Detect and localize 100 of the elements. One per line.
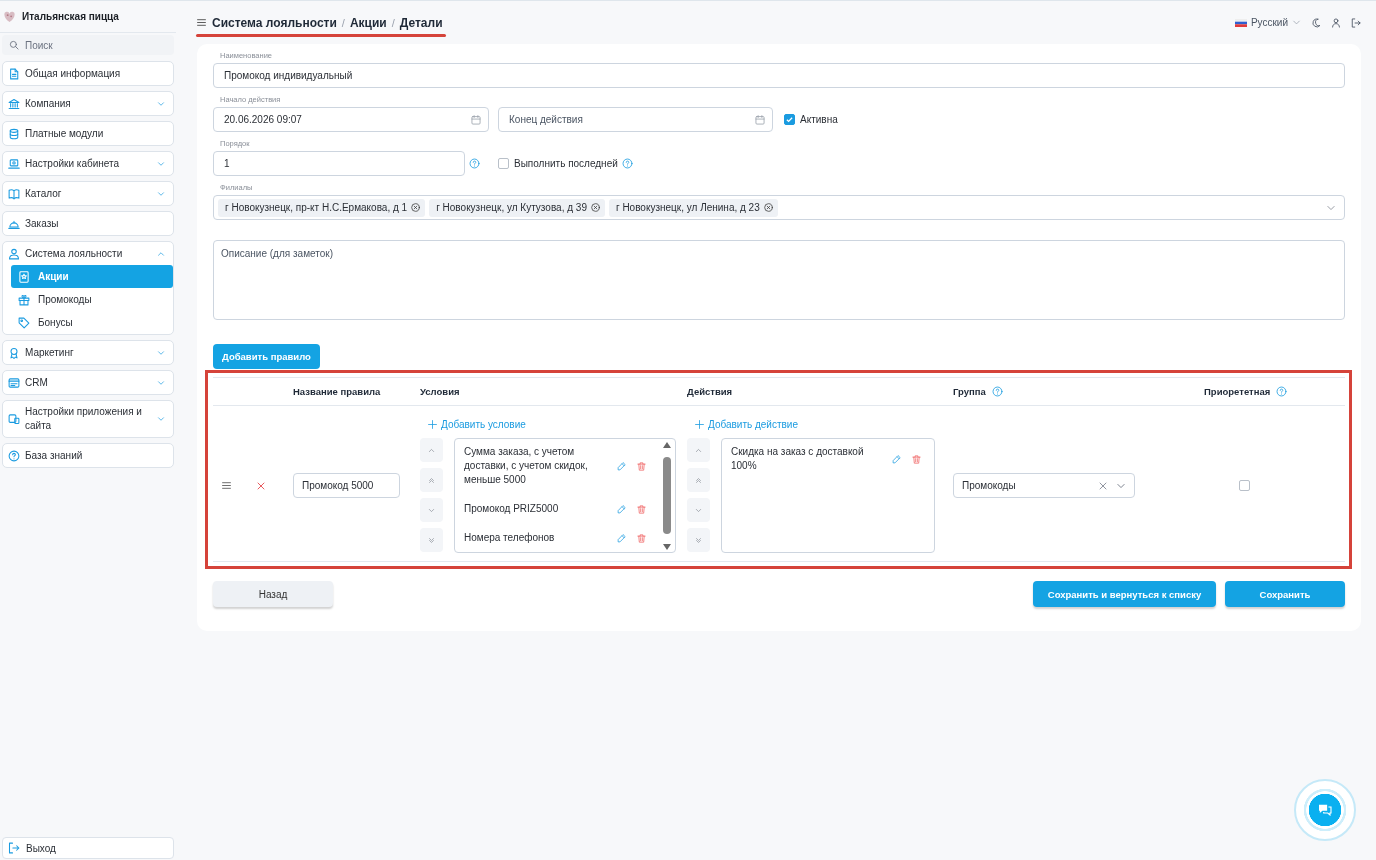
book-icon <box>8 187 20 200</box>
move-last-button[interactable] <box>687 528 710 552</box>
logout-icon <box>8 842 20 854</box>
chevron-up-icon <box>428 446 435 454</box>
checkbox[interactable] <box>784 114 795 125</box>
chat-icon <box>1318 804 1332 816</box>
column-header: Условия <box>420 386 460 397</box>
help-icon[interactable] <box>621 158 633 169</box>
trash-icon[interactable] <box>912 454 921 464</box>
end-date-field[interactable]: Конец действия <box>498 107 773 132</box>
move-down-button[interactable] <box>687 498 710 522</box>
remove-icon[interactable] <box>590 203 600 212</box>
breadcrumb-separator: / <box>391 16 395 29</box>
order-input[interactable]: 1 <box>213 151 465 176</box>
double-chevron-down-icon <box>428 536 435 544</box>
chevron-down-icon <box>695 506 702 514</box>
chevron-down-icon[interactable] <box>157 189 165 198</box>
description-field[interactable]: Описание (для заметок) <box>213 240 1345 320</box>
trash-icon[interactable] <box>637 533 646 543</box>
pencil-icon[interactable] <box>617 504 626 514</box>
calendar-icon[interactable] <box>755 114 765 125</box>
checkbox-label: Выполнить последней <box>514 158 618 169</box>
logout-item[interactable]: Выход <box>2 837 174 859</box>
user-icon[interactable] <box>1331 17 1341 28</box>
laptop-icon <box>8 157 20 170</box>
chevron-down-icon[interactable] <box>157 378 165 387</box>
scrollbar[interactable] <box>662 442 672 550</box>
checkbox[interactable] <box>498 158 509 169</box>
chevron-up-icon[interactable] <box>157 249 165 258</box>
action-text: Скидка на заказ с доставкой 100% <box>731 445 865 473</box>
help-icon <box>8 449 20 462</box>
branch-name: г Новокузнецк, ул Кутузова, д 39 <box>436 202 587 213</box>
move-first-button[interactable] <box>687 468 710 492</box>
language-select[interactable]: Русский <box>1234 17 1301 28</box>
sidebar-item[interactable]: Платные модули <box>3 122 173 145</box>
trash-icon[interactable] <box>637 504 646 514</box>
flag-icon <box>1234 18 1247 27</box>
pencil-icon[interactable] <box>617 533 626 543</box>
chevron-down-icon[interactable] <box>157 159 165 168</box>
column-header: Название правила <box>293 386 381 397</box>
group-select[interactable]: Промокоды <box>953 473 1135 498</box>
logout-icon[interactable] <box>1351 17 1361 28</box>
breadcrumb-link[interactable]: Акции <box>349 15 387 30</box>
delete-icon[interactable] <box>257 481 265 490</box>
move-last-button[interactable] <box>420 528 443 552</box>
sidebar-item[interactable]: Заказы <box>3 212 173 235</box>
start-date-field[interactable]: 20.06.2026 09:07 <box>213 107 489 132</box>
name-input[interactable]: Промокод индивидуальный <box>213 63 1345 88</box>
breadcrumb-link[interactable]: Система лояльности <box>212 15 337 30</box>
sidebar-item[interactable]: Настройки приложения и сайта <box>3 401 173 437</box>
bank-icon <box>8 97 20 110</box>
chevron-down-icon[interactable] <box>157 415 165 423</box>
brand-name: Итальянская пицца <box>22 11 119 22</box>
help-icon[interactable] <box>469 158 480 169</box>
calendar-icon[interactable] <box>471 114 481 125</box>
search-icon <box>9 40 19 50</box>
pencil-icon[interactable] <box>617 461 626 471</box>
rule-name-input[interactable]: Промокод 5000 <box>293 473 400 498</box>
sidebar-item[interactable]: Настройки кабинета <box>3 152 173 175</box>
chevron-down-icon[interactable] <box>157 348 165 357</box>
logo-icon <box>4 10 15 23</box>
sidebar-item[interactable]: CRM <box>3 371 173 394</box>
breadcrumb-separator: / <box>341 16 345 29</box>
remove-icon[interactable] <box>411 203 421 212</box>
document-icon <box>8 67 20 80</box>
sidebar-item[interactable]: База знаний <box>3 444 173 467</box>
move-down-button[interactable] <box>420 498 443 522</box>
gift-icon <box>18 293 30 306</box>
help-icon[interactable] <box>991 386 1003 397</box>
breadcrumb-link[interactable]: Детали <box>399 15 443 30</box>
sidebar-subitem[interactable]: Промокоды <box>11 288 173 311</box>
trash-icon[interactable] <box>637 461 646 471</box>
sidebar-item[interactable]: Общая информация <box>3 62 173 85</box>
sidebar-item[interactable]: Компания <box>3 92 173 115</box>
sidebar-subitem[interactable]: Бонусы <box>11 311 173 334</box>
column-header: Приорететная <box>1204 386 1271 397</box>
pencil-icon[interactable] <box>892 454 901 464</box>
help-icon[interactable] <box>1276 386 1288 397</box>
plus-icon <box>695 419 704 429</box>
move-up-button[interactable] <box>687 438 710 462</box>
clear-icon[interactable] <box>1099 481 1107 490</box>
double-chevron-down-icon <box>695 536 702 544</box>
condition-text: Сумма заказа, с учетом доставки, с учетом скидок, меньше 5000 <box>464 445 589 487</box>
move-first-button[interactable] <box>420 468 443 492</box>
drag-handle-icon[interactable] <box>221 481 232 490</box>
column-header: Действия <box>687 386 733 397</box>
sidebar-item[interactable]: Каталог <box>3 182 173 205</box>
branch-select[interactable]: г Новокузнецк, пр-кт Н.С.Ермакова, д 1 г Новокузнецк, ул Кутузова, д 39 г Новокузнецк, ул Ленина, д 23 <box>213 195 1345 220</box>
chevron-down-icon[interactable] <box>157 99 165 108</box>
sidebar-item[interactable]: Маркетинг <box>3 341 173 364</box>
back-button[interactable]: Назад <box>213 581 333 607</box>
move-up-button[interactable] <box>420 438 443 462</box>
remove-icon[interactable] <box>763 203 773 212</box>
checkbox[interactable] <box>1239 480 1250 491</box>
menu-icon[interactable] <box>197 18 206 27</box>
moon-icon[interactable] <box>1311 17 1321 28</box>
plus-icon <box>428 419 437 429</box>
condition-text: Промокод PRIZ5000 <box>464 502 560 516</box>
sidebar-item[interactable]: Система лояльности <box>3 242 173 265</box>
search-field[interactable]: Поиск <box>2 35 174 55</box>
